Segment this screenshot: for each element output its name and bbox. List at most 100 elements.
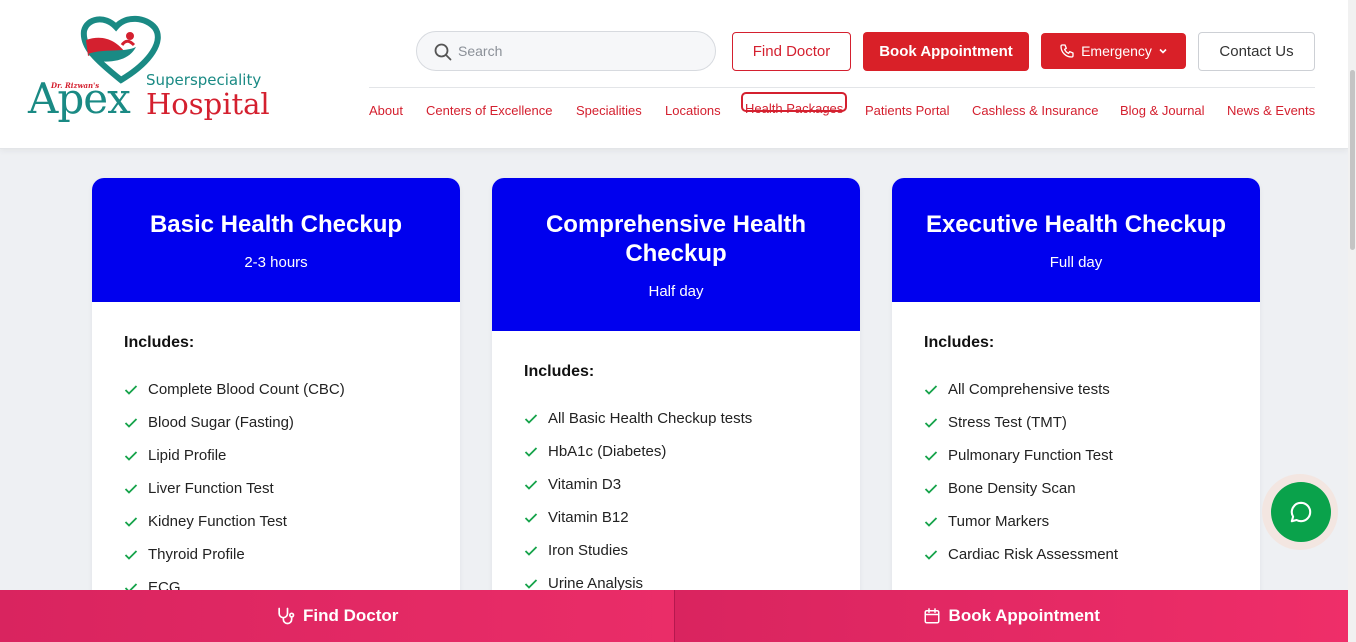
list-item: Vitamin B12 — [524, 501, 828, 534]
item-label: Cardiac Risk Assessment — [948, 546, 1119, 563]
list-item: Blood Sugar (Fasting) — [124, 406, 428, 439]
logo-hospital: Hospital — [146, 87, 270, 121]
list-item: Liver Function Test — [124, 472, 428, 505]
nav-about[interactable]: About — [369, 103, 403, 119]
bottom-book-appointment-button[interactable]: Book Appointment — [674, 590, 1348, 642]
package-title: Comprehensive Health Checkup — [545, 211, 807, 267]
item-label: All Comprehensive tests — [948, 381, 1110, 398]
item-label: Vitamin B12 — [548, 509, 629, 526]
scrollbar-thumb[interactable] — [1350, 70, 1355, 250]
emergency-label: Emergency — [1081, 43, 1152, 59]
find-doctor-label: Find Doctor — [752, 43, 831, 60]
bottom-find-doctor-label: Find Doctor — [303, 606, 399, 625]
list-item: Vitamin D3 — [524, 468, 828, 501]
nav-divider — [369, 87, 1315, 88]
item-label: Kidney Function Test — [148, 513, 287, 530]
emergency-dropdown[interactable]: Emergency — [1041, 33, 1186, 69]
list-item: Kidney Function Test — [124, 505, 428, 538]
package-duration: 2-3 hours — [244, 254, 308, 271]
check-icon — [924, 549, 938, 560]
package-header: Comprehensive Health Checkup Half day — [492, 178, 860, 331]
item-label: Bone Density Scan — [948, 480, 1076, 497]
item-label: All Basic Health Checkup tests — [548, 410, 753, 427]
nav-locations[interactable]: Locations — [665, 103, 721, 119]
check-icon — [924, 483, 938, 494]
check-icon — [124, 516, 138, 527]
nav-health-packages[interactable]: Health Packages — [741, 92, 848, 116]
check-icon — [924, 450, 938, 461]
check-icon — [924, 516, 938, 527]
hospital-logo[interactable]: Dr. Rizwan's Superspeciality Apex Hospit… — [26, 14, 270, 132]
nav-cashless-insurance[interactable]: Cashless & Insurance — [972, 103, 1098, 119]
book-appointment-label: Book Appointment — [879, 43, 1013, 60]
check-icon — [524, 545, 538, 556]
nav-specialities[interactable]: Specialities — [576, 103, 642, 119]
check-icon — [524, 512, 538, 523]
item-label: Thyroid Profile — [148, 546, 245, 563]
item-label: Iron Studies — [548, 542, 629, 559]
nav-patients-portal[interactable]: Patients Portal — [865, 103, 950, 119]
list-item: All Basic Health Checkup tests — [524, 402, 828, 435]
list-item: Iron Studies — [524, 534, 828, 567]
check-icon — [524, 479, 538, 490]
chat-icon — [1290, 501, 1312, 523]
list-item: Cardiac Risk Assessment — [924, 538, 1228, 571]
item-label: Stress Test (TMT) — [948, 414, 1067, 431]
search-box[interactable] — [416, 31, 716, 71]
package-title: Basic Health Checkup — [149, 211, 403, 238]
list-item: Pulmonary Function Test — [924, 439, 1228, 472]
calendar-icon — [924, 608, 940, 624]
contact-us-label: Contact Us — [1219, 43, 1294, 60]
bottom-find-doctor-button[interactable]: Find Doctor — [0, 590, 675, 642]
search-icon — [434, 43, 452, 61]
check-icon — [124, 384, 138, 395]
contact-us-button[interactable]: Contact Us — [1198, 32, 1315, 71]
list-item: Lipid Profile — [124, 439, 428, 472]
package-card-comprehensive: Comprehensive Health Checkup Half day In… — [492, 178, 860, 642]
package-card-executive: Executive Health Checkup Full day Includ… — [892, 178, 1260, 642]
item-label: HbA1c (Diabetes) — [548, 443, 667, 460]
nav-centers-of-excellence[interactable]: Centers of Excellence — [426, 103, 552, 119]
check-icon — [124, 450, 138, 461]
package-header: Executive Health Checkup Full day — [892, 178, 1260, 302]
phone-icon — [1060, 44, 1074, 58]
list-item: Bone Density Scan — [924, 472, 1228, 505]
item-label: Blood Sugar (Fasting) — [148, 414, 294, 431]
check-icon — [924, 384, 938, 395]
list-item: Stress Test (TMT) — [924, 406, 1228, 439]
chat-button[interactable] — [1271, 482, 1331, 542]
list-item: Tumor Markers — [924, 505, 1228, 538]
nav-blog-journal[interactable]: Blog & Journal — [1120, 103, 1205, 119]
list-item: All Comprehensive tests — [924, 373, 1228, 406]
book-appointment-button[interactable]: Book Appointment — [863, 32, 1029, 71]
includes-heading: Includes: — [524, 363, 595, 380]
check-icon — [124, 417, 138, 428]
package-card-basic: Basic Health Checkup 2-3 hours Includes:… — [92, 178, 460, 642]
search-input[interactable] — [458, 41, 698, 61]
includes-heading: Includes: — [124, 334, 195, 351]
list-item: HbA1c (Diabetes) — [524, 435, 828, 468]
list-item: Thyroid Profile — [124, 538, 428, 571]
item-label: Vitamin D3 — [548, 476, 622, 493]
item-label: Pulmonary Function Test — [948, 447, 1113, 464]
item-label: Tumor Markers — [948, 513, 1050, 530]
check-icon — [124, 549, 138, 560]
find-doctor-button[interactable]: Find Doctor — [732, 32, 851, 71]
item-label: Lipid Profile — [148, 447, 227, 464]
package-title: Executive Health Checkup — [925, 211, 1227, 238]
logo-apex: Apex — [28, 74, 131, 123]
check-icon — [524, 578, 538, 589]
stethoscope-icon — [278, 607, 295, 625]
bottom-book-appointment-label: Book Appointment — [948, 606, 1100, 625]
chevron-down-icon — [1159, 48, 1167, 54]
list-item: Complete Blood Count (CBC) — [124, 373, 428, 406]
check-icon — [524, 446, 538, 457]
item-label: Complete Blood Count (CBC) — [148, 381, 345, 398]
package-header: Basic Health Checkup 2-3 hours — [92, 178, 460, 302]
package-duration: Half day — [648, 283, 704, 300]
item-label: Liver Function Test — [148, 480, 274, 497]
includes-heading: Includes: — [924, 334, 995, 351]
package-duration: Full day — [1049, 254, 1103, 271]
nav-news-events[interactable]: News & Events — [1227, 103, 1315, 119]
check-icon — [124, 483, 138, 494]
